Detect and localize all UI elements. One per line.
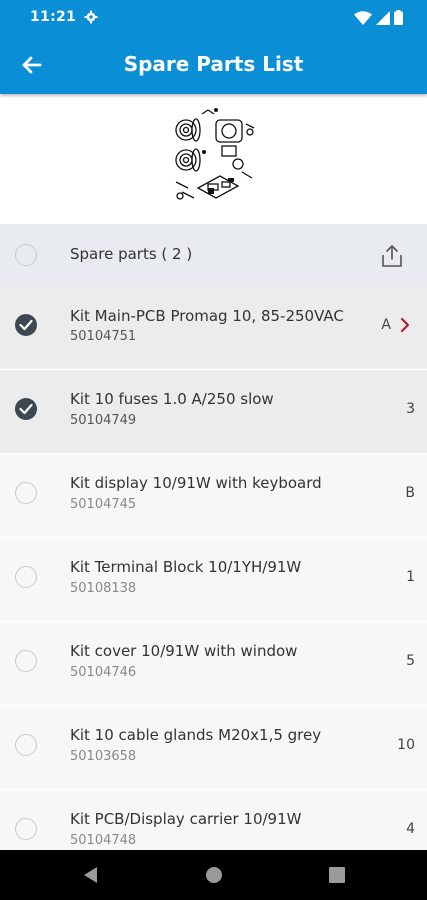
item-quantity: A (381, 317, 391, 333)
nav-back-icon[interactable] (81, 865, 99, 885)
checked-radio[interactable] (15, 398, 37, 420)
item-quantity: 1 (406, 569, 415, 585)
exploded-view-drawing[interactable] (0, 94, 427, 224)
item-name: Kit PCB/Display carrier 10/91W (70, 810, 302, 828)
checkmark-icon (19, 319, 33, 331)
item-name: Kit cover 10/91W with window (70, 642, 298, 660)
item-quantity: 10 (397, 737, 415, 753)
item-number: 50108138 (70, 581, 137, 596)
item-number: 50104751 (70, 329, 137, 344)
item-name: Kit Terminal Block 10/1YH/91W (70, 558, 302, 576)
unchecked-radio[interactable] (15, 566, 37, 588)
unchecked-radio[interactable] (15, 482, 37, 504)
battery-icon (394, 10, 403, 25)
app-bar: Spare Parts List (0, 36, 427, 94)
item-name: Kit Main-PCB Promag 10, 85-250VAC (70, 307, 344, 325)
item-quantity: 4 (406, 821, 415, 837)
item-number: 50104745 (70, 497, 137, 512)
item-number: 50104746 (70, 665, 137, 680)
unchecked-radio[interactable] (15, 818, 37, 840)
nav-recents-icon[interactable] (328, 865, 346, 885)
item-quantity: B (405, 485, 415, 501)
unchecked-radio[interactable] (15, 734, 37, 756)
item-quantity: 5 (406, 653, 415, 669)
select-all-radio[interactable] (15, 244, 37, 266)
android-nav-bar (0, 850, 427, 900)
settings-gear-icon (84, 10, 98, 24)
unchecked-radio[interactable] (15, 650, 37, 672)
status-bar: 11:21 (0, 0, 427, 36)
item-quantity: 3 (406, 401, 415, 417)
status-time: 11:21 (30, 9, 77, 25)
page-title: Spare Parts List (123, 52, 304, 76)
signal-icon (376, 10, 390, 25)
list-item[interactable]: Kit Main-PCB Promag 10, 85-250VAC 501047… (0, 286, 427, 370)
item-name: Kit 10 cable glands M20x1,5 grey (70, 726, 322, 744)
item-number: 50104749 (70, 413, 137, 428)
list-item[interactable]: Kit PCB/Display carrier 10/91W 50104748 … (0, 790, 427, 850)
item-number: 50103658 (70, 749, 137, 764)
system-icons (354, 10, 403, 25)
spare-parts-list: Spare parts ( 2 ) Kit Main-PCB Promag 10… (0, 224, 427, 850)
list-item[interactable]: Kit display 10/91W with keyboard 5010474… (0, 454, 427, 538)
wifi-icon (354, 10, 372, 25)
nav-home-icon[interactable] (204, 865, 224, 885)
chevron-right-icon[interactable] (399, 317, 411, 333)
list-item[interactable]: Kit cover 10/91W with window 50104746 5 (0, 622, 427, 706)
share-export-icon[interactable] (379, 243, 405, 269)
list-item[interactable]: Kit 10 cable glands M20x1,5 grey 5010365… (0, 706, 427, 790)
list-item[interactable]: Kit Terminal Block 10/1YH/91W 50108138 1 (0, 538, 427, 622)
checkmark-icon (19, 403, 33, 415)
header-label: Spare parts ( 2 ) (70, 245, 193, 263)
list-header-row[interactable]: Spare parts ( 2 ) (0, 224, 427, 287)
item-name: Kit 10 fuses 1.0 A/250 slow (70, 390, 274, 408)
checked-radio[interactable] (15, 314, 37, 336)
item-name: Kit display 10/91W with keyboard (70, 474, 322, 492)
list-item[interactable]: Kit 10 fuses 1.0 A/250 slow 50104749 3 (0, 370, 427, 454)
item-number: 50104748 (70, 833, 137, 848)
parts-drawing-image (175, 108, 255, 200)
